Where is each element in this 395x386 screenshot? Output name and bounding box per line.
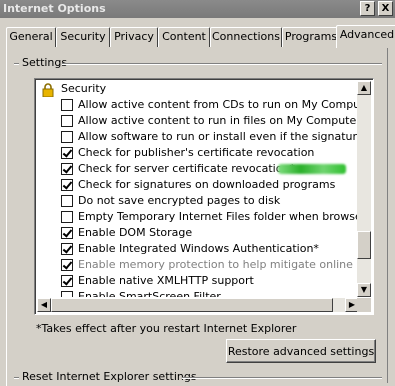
tab-general[interactable]: General (6, 27, 56, 47)
group-border (14, 63, 19, 65)
group-border (62, 63, 382, 65)
tab-security[interactable]: Security (56, 27, 110, 47)
tab-strip: General Security Privacy Content Connect… (6, 25, 395, 48)
restore-advanced-settings-button[interactable]: Restore advanced settings (226, 339, 376, 363)
group-border (182, 377, 382, 379)
setting-label: Enable memory protection to help mitigat… (78, 258, 359, 271)
setting-checkbox[interactable] (61, 211, 73, 223)
scroll-down-icon[interactable]: ▼ (357, 283, 371, 297)
category-label: Security (61, 82, 107, 95)
setting-checkbox[interactable] (61, 131, 73, 143)
setting-label: Do not save encrypted pages to disk (78, 194, 281, 207)
setting-checkbox[interactable] (61, 227, 73, 239)
tab-connections[interactable]: Connections (210, 27, 282, 47)
highlight-mark (278, 164, 346, 174)
settings-list[interactable]: Security Allow active content from CDs t… (34, 78, 374, 315)
tab-programs[interactable]: Programs (282, 27, 340, 47)
close-button[interactable]: X (378, 1, 393, 16)
setting-label: Check for server certificate revocation* (78, 162, 295, 175)
settings-list-viewport: Security Allow active content from CDs t… (37, 81, 359, 297)
restart-note: *Takes effect after you restart Internet… (36, 322, 297, 335)
scroll-thumb[interactable] (357, 231, 371, 259)
help-button[interactable]: ? (360, 1, 375, 16)
scroll-left-icon[interactable]: ◀ (37, 298, 51, 312)
setting-checkbox[interactable] (61, 115, 73, 127)
setting-label: Enable DOM Storage (78, 226, 193, 239)
tab-content[interactable]: Content (158, 27, 210, 47)
setting-checkbox[interactable] (61, 179, 73, 191)
vertical-scrollbar[interactable]: ▲ ▼ (357, 81, 371, 297)
setting-label: Enable native XMLHTTP support (78, 274, 254, 287)
scroll-up-icon[interactable]: ▲ (357, 81, 371, 95)
setting-label: Allow active content from CDs to run on … (78, 98, 359, 111)
tab-privacy[interactable]: Privacy (110, 27, 158, 47)
setting-checkbox[interactable] (61, 243, 73, 255)
panel-right-edge (387, 46, 388, 383)
setting-label: Enable SmartScreen Filter (78, 290, 221, 297)
scroll-corner (357, 298, 371, 312)
setting-row[interactable]: Check for server certificate revocation* (37, 161, 359, 177)
horizontal-scroll-thumb[interactable] (51, 298, 333, 312)
group-border (14, 377, 19, 379)
setting-label: Check for publisher's certificate revoca… (78, 146, 315, 159)
lock-icon (42, 83, 54, 97)
tab-advanced[interactable]: Advanced (336, 25, 395, 48)
horizontal-scrollbar[interactable]: ◀ ▶ (37, 298, 359, 312)
setting-label: Enable Integrated Windows Authentication… (78, 242, 319, 255)
setting-checkbox[interactable] (61, 163, 73, 175)
setting-label: Empty Temporary Internet Files folder wh… (78, 210, 359, 223)
window-title: Internet Options (3, 2, 106, 15)
setting-checkbox[interactable] (61, 195, 73, 207)
setting-checkbox[interactable] (61, 147, 73, 159)
title-bar: Internet Options (0, 0, 395, 18)
setting-label: Allow software to run or install even if… (78, 130, 359, 143)
reset-group-label: Reset Internet Explorer settings (20, 370, 199, 383)
setting-checkbox[interactable] (61, 259, 73, 271)
setting-label: Check for signatures on downloaded progr… (78, 178, 336, 191)
setting-checkbox[interactable] (61, 99, 73, 111)
setting-checkbox[interactable] (61, 291, 73, 297)
setting-label: Allow active content to run in files on … (78, 114, 359, 127)
setting-checkbox[interactable] (61, 275, 73, 287)
